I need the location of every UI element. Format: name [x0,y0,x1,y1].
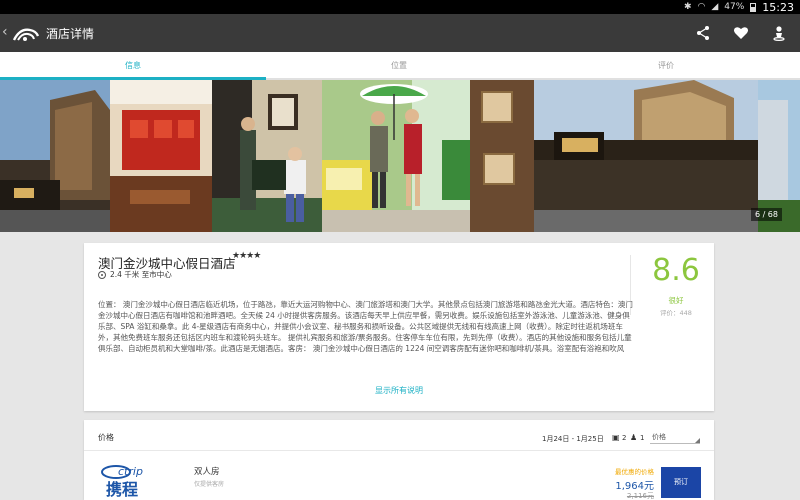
distance-row: 2.4 千米 至市中心 [98,269,172,280]
hotel-stars: ★★★★ [232,251,261,261]
status-bar: ✱ ◠ ◢ 47% 15:23 [0,0,800,14]
review-count: 评价：448 [660,309,692,317]
gallery-photo[interactable] [322,80,534,232]
battery-icon [750,2,757,12]
tab-info[interactable]: 信息 [0,52,266,80]
book-button[interactable]: 预订 [661,467,701,498]
sort-dropdown[interactable]: 价格 [650,432,700,444]
pin-icon [98,270,106,279]
best-price-label: 最优惠的价格 [615,468,654,476]
original-price: 2,116元 [626,492,654,500]
tab-reviews[interactable]: 评价 [533,52,799,80]
guest-count[interactable]: 1 [640,434,644,442]
clock: 15:23 [762,0,794,14]
dropdown-caret-icon [695,438,700,443]
price-divider [84,450,714,451]
battery-percent: 47% [724,2,745,12]
share-icon[interactable] [692,22,714,44]
hotel-description: 位置： 澳门金沙城中心假日酒店临近机场，位于路氹，靠近大运河购物中心、澳门旅游塔… [98,300,633,353]
svg-text:携程: 携程 [106,480,138,498]
sort-selected: 价格 [652,433,666,441]
svg-text:ctrip: ctrip [118,465,143,478]
price-section-title: 价格 [98,433,114,442]
page-title: 酒店详情 [46,27,95,41]
gallery-photo[interactable] [110,80,212,232]
review-score[interactable]: 8.6 [644,253,708,288]
user-icon[interactable] [768,22,790,44]
room-icon: ▣ [612,433,620,442]
show-all-description-link[interactable]: 显示所有说明 [84,385,714,396]
room-count[interactable]: 2 [622,434,626,442]
tab-bar: 信息 位置 评价 [0,52,800,80]
action-bar: ‹ 酒店详情 [0,14,800,52]
gallery-photo[interactable] [534,80,758,232]
review-score-label: 很好 [668,296,684,305]
gallery-photo[interactable] [212,80,322,232]
photo-gallery[interactable] [0,80,800,232]
room-subtitle: 仅提供客房 [194,481,225,488]
room-name: 双人房 [194,467,220,477]
gallery-photo[interactable] [0,80,110,232]
app-logo-icon[interactable] [12,24,40,42]
ctrip-logo: ctrip 携程 [101,465,143,498]
date-range[interactable]: 1月24日 - 1月25日 [542,434,604,444]
gallery-counter: 6 / 68 [750,208,782,221]
back-icon[interactable]: ‹ [2,24,8,40]
wifi-icon: ◠ [697,2,706,12]
bluetooth-icon: ✱ [683,2,692,12]
price-card: 价格 1月24日 - 1月25日 ▣ 2 ♟ 1 价格 ctrip 携程 双人房… [84,420,714,500]
heart-icon[interactable] [730,22,752,44]
distance-text: 2.4 千米 至市中心 [110,270,172,279]
signal-icon: ◢ [711,2,719,12]
tab-location[interactable]: 位置 [266,52,532,80]
hotel-info-card: 澳门金沙城中心假日酒店 ★★★★ 2.4 千米 至市中心 8.6 很好 评价：4… [84,243,714,411]
best-price: 1,964元 [615,481,654,492]
guest-icon: ♟ [630,433,638,442]
